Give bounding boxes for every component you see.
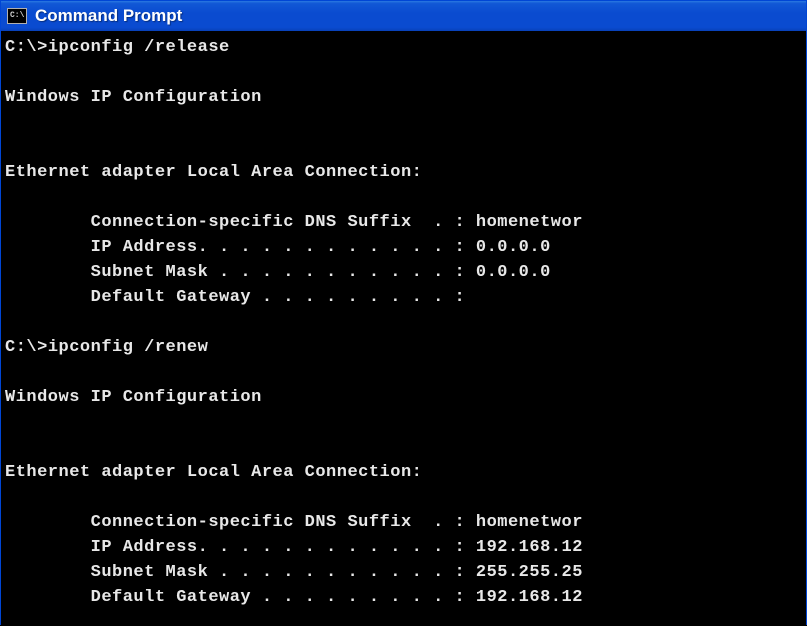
output-line: Ethernet adapter Local Area Connection: <box>5 463 422 482</box>
output-line: IP Address. . . . . . . . . . . . : 0.0.… <box>5 238 551 257</box>
window: C:\ Command Prompt C:\>ipconfig /release… <box>0 0 807 625</box>
output-line: Connection-specific DNS Suffix . : homen… <box>5 213 583 232</box>
titlebar[interactable]: C:\ Command Prompt <box>1 1 806 31</box>
output-line: IP Address. . . . . . . . . . . . : 192.… <box>5 538 583 557</box>
output-line: Default Gateway . . . . . . . . . : <box>5 288 465 307</box>
output-line: Subnet Mask . . . . . . . . . . . : 0.0.… <box>5 263 551 282</box>
prompt: C:\> <box>5 38 48 57</box>
output-line: Subnet Mask . . . . . . . . . . . : 255.… <box>5 563 583 582</box>
output-line: Default Gateway . . . . . . . . . : 192.… <box>5 588 583 607</box>
output-line: Ethernet adapter Local Area Connection: <box>5 163 422 182</box>
output-line: Windows IP Configuration <box>5 88 262 107</box>
output-line: Windows IP Configuration <box>5 388 262 407</box>
terminal[interactable]: C:\>ipconfig /release Windows IP Configu… <box>1 31 806 626</box>
window-title: Command Prompt <box>35 6 182 26</box>
output-line: Connection-specific DNS Suffix . : homen… <box>5 513 583 532</box>
prompt: C:\> <box>5 338 48 357</box>
cmd-icon: C:\ <box>7 8 27 24</box>
command-text: ipconfig /renew <box>48 338 209 357</box>
command-text: ipconfig /release <box>48 38 230 57</box>
cmd-icon-text: C:\ <box>10 12 24 20</box>
